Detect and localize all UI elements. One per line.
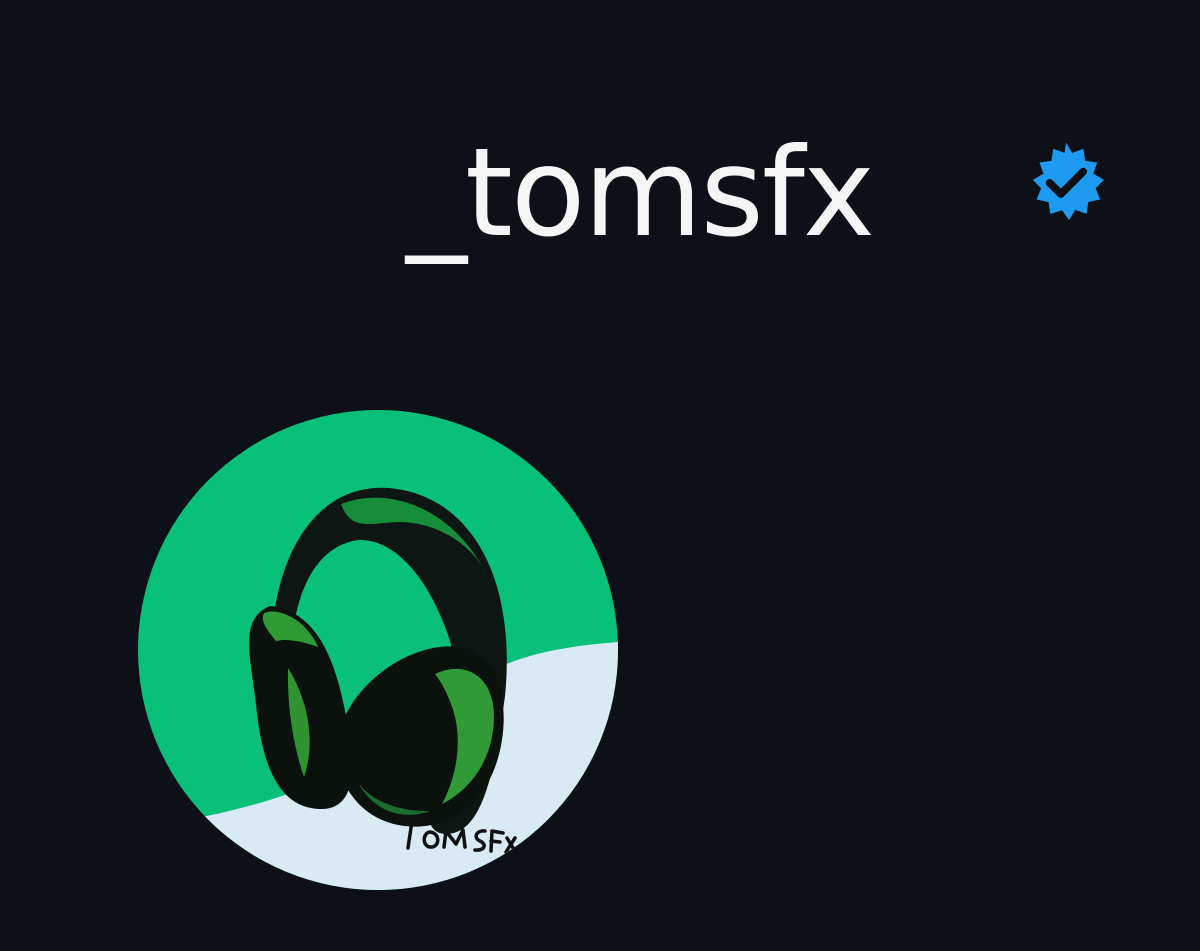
profile-avatar[interactable] [138,410,618,890]
profile-username[interactable]: _tomsfx [406,118,875,268]
verified-badge-icon[interactable] [1023,139,1109,225]
headphones-avatar-icon [138,410,618,890]
